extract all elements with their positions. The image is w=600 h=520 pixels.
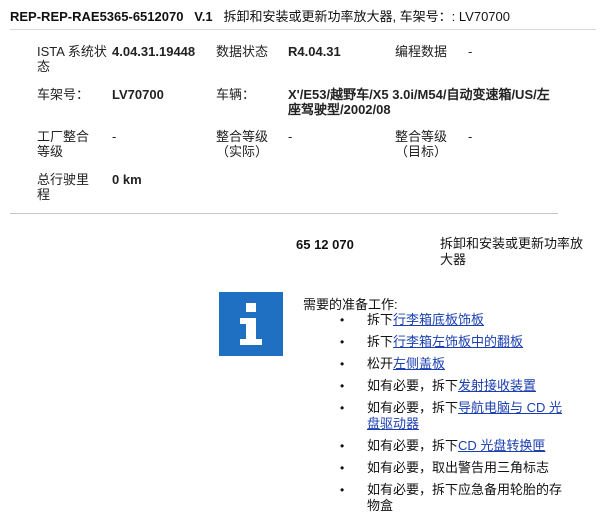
integration-target-value: - [468, 129, 473, 144]
step-link[interactable]: 行李箱底板饰板 [393, 312, 484, 327]
step-text: 如有必要，取出警告用三角标志 [367, 460, 550, 475]
bullet-icon: • [340, 335, 345, 349]
preparation-step: • 如有必要，取出警告用三角标志 [340, 460, 570, 476]
step-link[interactable]: 发射接收装置 [458, 378, 536, 393]
preparation-step: • 如有必要，拆下导航电脑与 CD 光盘驱动器 [340, 400, 570, 432]
step-text: 如有必要，拆下 [367, 438, 459, 453]
mileage-label: 总行驶里程 [37, 172, 90, 202]
integration-target-label: 整合等级（目标） [395, 129, 448, 159]
integration-actual-label: 整合等级（实际） [216, 129, 269, 159]
document-title: REP-REP-RAE5365-6512070 V.1 拆卸和安装或更新功率放大… [10, 6, 510, 25]
step-link[interactable]: CD 光盘转换匣 [458, 438, 545, 453]
bullet-icon: • [340, 461, 345, 475]
step-text: 如有必要，拆下应急备用轮胎的存物盒 [367, 482, 563, 513]
vin-label: 车架号： [37, 87, 90, 102]
step-text: 如有必要，拆下 [367, 378, 459, 393]
integration-actual-value: - [288, 129, 293, 144]
ista-status-value: 4.04.31.19448 [112, 44, 196, 59]
doc-version: V.1 [194, 9, 213, 24]
vin-value: LV70700 [112, 87, 164, 102]
bullet-icon: • [340, 379, 345, 393]
step-link[interactable]: 左侧盖板 [393, 356, 445, 371]
bullet-icon: • [340, 483, 345, 497]
step-text: 拆下 [367, 312, 394, 327]
programming-data-value: - [468, 44, 473, 59]
preparation-steps: • 拆下行李箱底板饰板 • 拆下行李箱左饰板中的翻板 • 松开左侧盖板 • 如有必要，拆下发射… [340, 312, 570, 520]
mileage-value: 0 km [112, 172, 142, 187]
step-text: 拆下 [367, 334, 394, 349]
section-divider [10, 213, 558, 214]
part-description: 拆卸和安装或更新功率放大器 [440, 236, 584, 267]
step-text: 如有必要，拆下 [367, 400, 459, 415]
step-text: 松开 [367, 356, 394, 371]
preparation-step: • 如有必要，拆下应急备用轮胎的存物盒 [340, 482, 570, 514]
doc-code: REP-REP-RAE5365-6512070 [10, 9, 184, 24]
preparation-step: • 松开左侧盖板 [340, 356, 570, 372]
preparation-title: 需要的准备工作: [303, 297, 398, 312]
doc-subtitle: 拆卸和安装或更新功率放大器, 车架号：: LV70700 [223, 9, 510, 24]
ista-status-label: ISTA 系统状态 [37, 44, 107, 74]
step-link[interactable]: 行李箱左饰板中的翻板 [393, 334, 523, 349]
programming-data-label: 编程数据 [395, 44, 448, 59]
preparation-step: • 如有必要，拆下发射接收装置 [340, 378, 570, 394]
bullet-icon: • [340, 313, 345, 327]
bullet-icon: • [340, 439, 345, 453]
preparation-step: • 拆下行李箱底板饰板 [340, 312, 570, 328]
header-divider [10, 29, 596, 30]
factory-integration-label: 工厂整合等级 [37, 129, 90, 159]
info-icon [219, 292, 283, 356]
data-status-label: 数据状态 [216, 44, 269, 59]
preparation-step: • 拆下行李箱左饰板中的翻板 [340, 334, 570, 350]
data-status-value: R4.04.31 [288, 44, 341, 59]
vehicle-value: X'/E53/越野车/X5 3.0i/M54/自动变速箱/US/左座驾驶型/20… [288, 87, 550, 117]
bullet-icon: • [340, 401, 345, 415]
vehicle-label: 车辆： [216, 87, 256, 102]
factory-integration-value: - [112, 129, 117, 144]
part-number: 65 12 070 [296, 237, 354, 252]
preparation-step: • 如有必要，拆下CD 光盘转换匣 [340, 438, 570, 454]
bullet-icon: • [340, 357, 345, 371]
